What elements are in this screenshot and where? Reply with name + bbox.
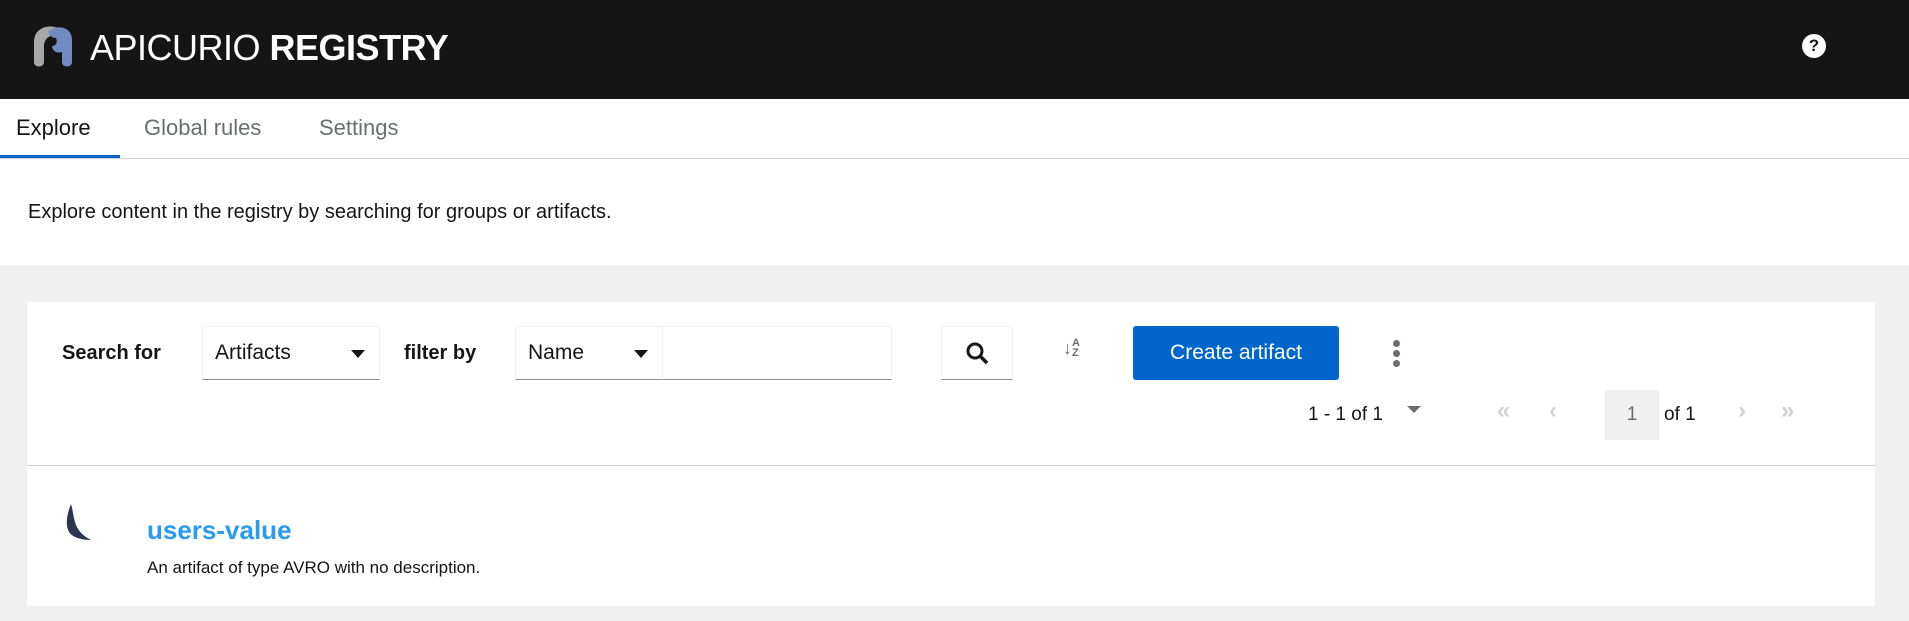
apicurio-logo-icon[interactable] [28,22,76,70]
divider [27,465,1875,466]
search-input[interactable] [662,326,892,380]
tab-settings[interactable]: Settings [303,99,415,158]
filter-type-select[interactable]: Name [515,326,663,380]
last-page-icon[interactable]: » [1781,398,1794,424]
nav-tabs: Explore Global rules Settings [0,99,1909,159]
page-number-input[interactable]: 1 [1605,390,1659,440]
masthead: APICURIO REGISTRY ? [0,0,1909,99]
sort-alpha-icon[interactable]: ↓A Z [1063,338,1080,359]
total-pages: of 1 [1664,404,1696,425]
tab-global-rules[interactable]: Global rules [128,99,277,158]
artifact-description: An artifact of type AVRO with no descrip… [147,558,481,577]
pagination-range[interactable]: 1 - 1 of 1 [1308,402,1383,428]
search-type-value: Artifacts [215,341,291,364]
prev-page-icon[interactable]: ‹ [1549,398,1557,424]
tab-explore[interactable]: Explore [0,99,120,158]
pagination-caret-icon[interactable] [1407,406,1421,413]
caret-down-icon [351,350,365,358]
first-page-icon[interactable]: « [1497,398,1510,424]
search-button[interactable] [941,326,1013,380]
search-type-select[interactable]: Artifacts [202,326,380,380]
caret-down-icon [634,350,648,358]
filter-by-label: filter by [404,342,477,364]
avro-type-icon [66,504,91,540]
filter-type-value: Name [528,341,585,364]
search-for-label: Search for [62,342,161,364]
create-artifact-button[interactable]: Create artifact [1133,326,1339,380]
search-icon [966,342,989,365]
next-page-icon[interactable]: › [1738,398,1746,424]
page-description: Explore content in the registry by searc… [28,201,612,223]
brand-title: APICURIO REGISTRY [90,27,449,68]
help-icon[interactable]: ? [1802,34,1826,58]
page-description-section: Explore content in the registry by searc… [0,159,1909,265]
artifact-name-link[interactable]: users-value [147,515,292,546]
kebab-menu-icon[interactable] [1393,340,1401,370]
artifacts-card: Search for Artifacts filter by Name ↓A Z … [27,302,1875,606]
